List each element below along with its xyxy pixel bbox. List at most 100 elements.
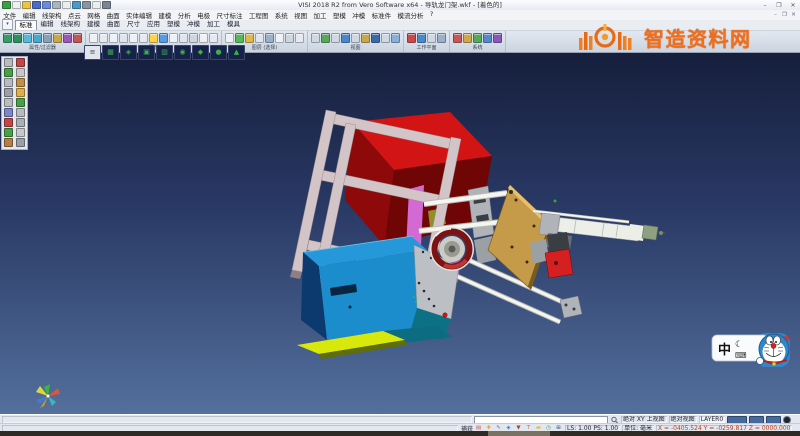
tool-icon-12[interactable] <box>3 118 14 128</box>
doc-control-1[interactable]: ❐ <box>780 12 789 18</box>
toolbar-tab-曲面[interactable]: 曲面 <box>104 20 124 29</box>
menu-item-14[interactable]: 加工 <box>310 10 329 20</box>
menu-item-9[interactable]: 电极 <box>194 10 213 20</box>
list-view-icon[interactable]: ≡ <box>84 45 101 60</box>
undo-icon[interactable] <box>92 1 101 9</box>
import-icon[interactable] <box>72 1 81 9</box>
top-view-icon[interactable]: ▥ <box>156 45 173 60</box>
keyboard-icon[interactable]: ⌨ <box>735 351 747 360</box>
rotate-view-icon[interactable]: ● <box>210 45 227 60</box>
iso-view-icon[interactable]: ◈ <box>120 45 137 60</box>
tool-icon-10[interactable] <box>3 108 14 118</box>
coordinate-system-indicator[interactable]: 绝对视图 <box>669 416 697 423</box>
viewport-3d[interactable] <box>0 52 800 414</box>
tool-icon-4[interactable] <box>3 78 14 88</box>
doc-control-2[interactable]: ✕ <box>789 12 798 18</box>
ribbon-icon[interactable] <box>427 32 436 45</box>
toolbar-tab-加工[interactable]: 加工 <box>204 20 224 29</box>
ribbon-icon[interactable] <box>13 32 22 45</box>
ribbon-icon[interactable] <box>109 32 118 45</box>
ribbon-icon[interactable] <box>453 32 462 45</box>
tool-icon-6[interactable] <box>3 88 14 98</box>
tool-icon-7[interactable] <box>15 88 26 98</box>
menu-item-12[interactable]: 系统 <box>272 10 291 20</box>
ribbon-icon[interactable] <box>99 32 108 45</box>
ribbon-icon[interactable] <box>199 32 208 45</box>
tab-overflow-button[interactable]: ▾ <box>2 19 13 30</box>
toolbar-tab-线架构[interactable]: 线架构 <box>57 20 84 29</box>
ribbon-icon[interactable] <box>209 32 218 45</box>
toolbar-tab-塑模[interactable]: 塑模 <box>164 20 184 29</box>
ribbon-icon[interactable] <box>493 32 502 45</box>
tool-icon-9[interactable] <box>15 98 26 108</box>
menu-item-18[interactable]: 模流分析 <box>394 10 426 20</box>
ribbon-icon[interactable] <box>33 32 42 45</box>
ribbon-icon[interactable] <box>331 32 340 45</box>
menu-item-5[interactable]: 曲面 <box>103 10 122 20</box>
ime-mode-indicator[interactable]: 中 <box>718 342 731 358</box>
menu-item-10[interactable]: 尺寸标注 <box>213 10 245 20</box>
menu-item-11[interactable]: 工程图 <box>246 10 272 20</box>
save-icon[interactable] <box>32 1 41 9</box>
menu-item-3[interactable]: 点云 <box>65 10 84 20</box>
ribbon-icon[interactable] <box>53 32 62 45</box>
tool-icon-1[interactable] <box>15 58 26 68</box>
ribbon-icon[interactable] <box>321 32 330 45</box>
moon-icon[interactable]: ☾ <box>735 340 743 350</box>
tool-icon-2[interactable] <box>3 68 14 78</box>
print-preview-icon[interactable] <box>62 1 71 9</box>
maximize-button[interactable]: ❐ <box>772 1 786 10</box>
ribbon-icon[interactable] <box>417 32 426 45</box>
new-file-icon[interactable] <box>12 1 21 9</box>
print-icon[interactable] <box>52 1 61 9</box>
open-folder-icon[interactable] <box>22 1 31 9</box>
ribbon-icon[interactable] <box>463 32 472 45</box>
front-view-icon[interactable]: ▣ <box>138 45 155 60</box>
toolbar-tab-应用[interactable]: 应用 <box>144 20 164 29</box>
ribbon-icon[interactable] <box>437 32 446 45</box>
ribbon-icon[interactable] <box>119 32 128 45</box>
dynamic-view-icon[interactable]: ▲ <box>228 45 245 60</box>
tool-icon-15[interactable] <box>15 128 26 138</box>
ribbon-icon[interactable] <box>139 32 148 45</box>
ribbon-icon[interactable] <box>3 32 12 45</box>
ribbon-icon[interactable] <box>351 32 360 45</box>
menu-item-8[interactable]: 分析 <box>175 10 194 20</box>
toolbar-tab-编辑[interactable]: 编辑 <box>37 20 57 29</box>
tool-icon-16[interactable] <box>3 138 14 148</box>
ribbon-icon[interactable] <box>63 32 72 45</box>
menu-item-7[interactable]: 建模 <box>155 10 174 20</box>
ribbon-icon[interactable] <box>159 32 168 45</box>
ribbon-icon[interactable] <box>149 32 158 45</box>
ribbon-icon[interactable] <box>483 32 492 45</box>
shaded-view-icon[interactable]: ▦ <box>102 45 119 60</box>
ribbon-icon[interactable] <box>381 32 390 45</box>
toolbar-tab-尺寸[interactable]: 尺寸 <box>124 20 144 29</box>
ribbon-icon[interactable] <box>89 32 98 45</box>
menu-item-15[interactable]: 塑模 <box>330 10 349 20</box>
tool-icon-11[interactable] <box>15 108 26 118</box>
toolbar-tab-模具[interactable]: 模具 <box>224 20 244 29</box>
menu-item-17[interactable]: 标准件 <box>368 10 394 20</box>
ribbon-icon[interactable] <box>169 32 178 45</box>
tool-icon-14[interactable] <box>3 128 14 138</box>
doc-control-0[interactable]: – <box>771 12 780 18</box>
side-view-icon[interactable]: ◉ <box>174 45 191 60</box>
tool-icon-5[interactable] <box>15 78 26 88</box>
dropdown-arrow-icon[interactable] <box>102 1 111 9</box>
toolbar-tab-建模[interactable]: 建模 <box>84 20 104 29</box>
ribbon-icon[interactable] <box>371 32 380 45</box>
app-icon[interactable] <box>2 1 11 9</box>
menu-item-1[interactable]: 编辑 <box>19 10 38 20</box>
ribbon-icon[interactable] <box>225 32 234 45</box>
ime-toolbar[interactable]: 中 ☾ ⌨ <box>708 327 796 377</box>
ribbon-icon[interactable] <box>341 32 350 45</box>
ribbon-icon[interactable] <box>245 32 254 45</box>
tool-icon-3[interactable] <box>15 68 26 78</box>
zoom-fit-icon[interactable]: ◆ <box>192 45 209 60</box>
ribbon-icon[interactable] <box>391 32 400 45</box>
ribbon-icon[interactable] <box>295 32 304 45</box>
ribbon-icon[interactable] <box>361 32 370 45</box>
ribbon-icon[interactable] <box>285 32 294 45</box>
export-icon[interactable] <box>82 1 91 9</box>
